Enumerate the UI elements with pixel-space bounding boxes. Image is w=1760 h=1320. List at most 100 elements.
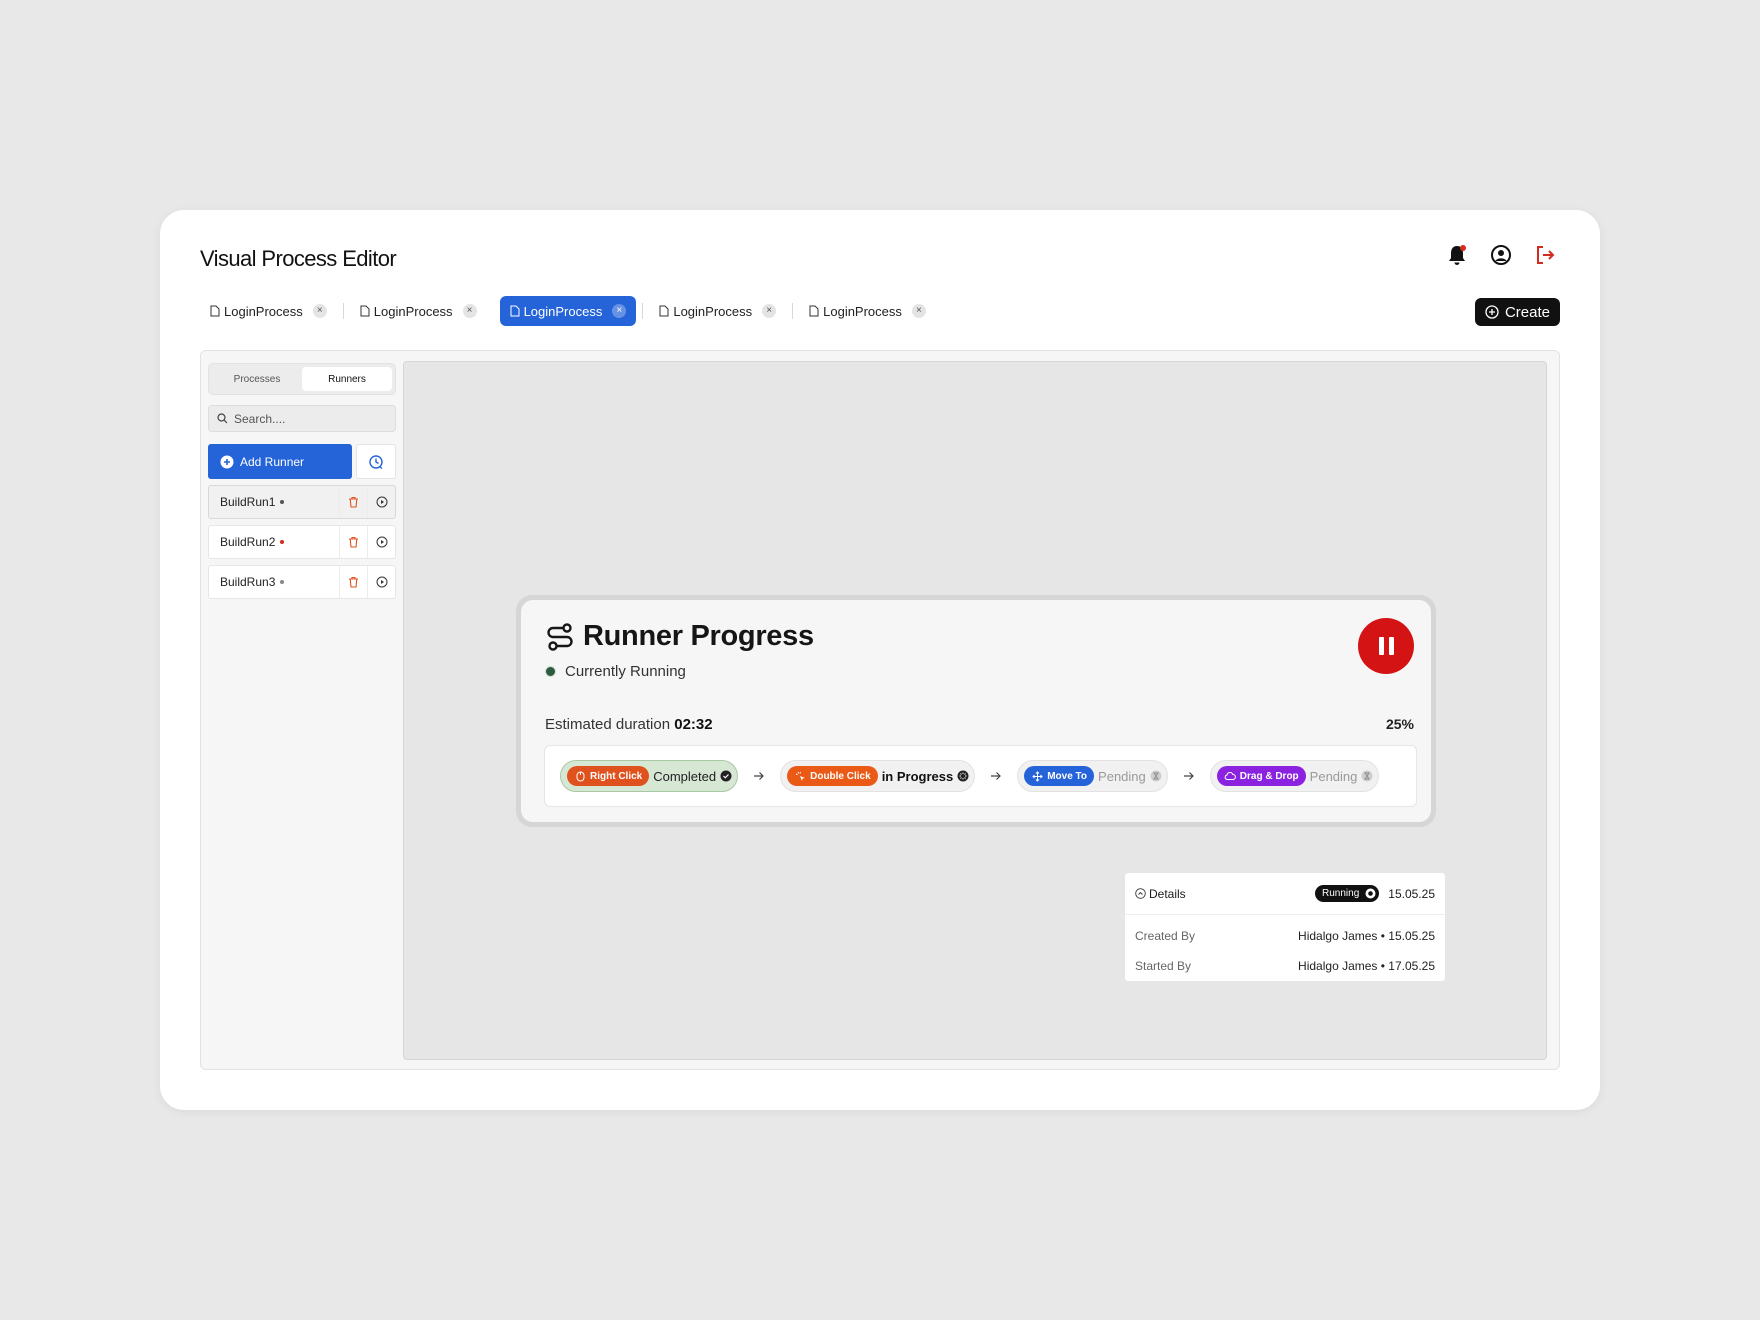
status-badge: Running [1315,885,1380,902]
details-value: Hidalgo James • 17.05.25 [1298,959,1435,973]
status-dot [545,666,556,677]
play-circle-icon[interactable] [367,486,395,518]
step-right-click[interactable]: Right Click Completed [560,760,739,792]
search-input[interactable] [234,411,374,426]
segment-control: Processes Runners [208,363,396,395]
tab-loginprocess-3[interactable]: LoginProcess × [499,296,637,326]
card-title-text: Runner Progress [583,620,814,652]
step-state: Pending [1098,768,1146,784]
step-chip: Double Click [787,766,878,786]
details-header: Details Running 15.05.25 [1125,873,1445,915]
details-panel: Details Running 15.05.25 Created By Hida… [1124,872,1446,982]
step-state: in Progress [881,768,954,784]
history-button[interactable] [356,444,396,479]
step-double-click[interactable]: Double Click in Progress [780,760,976,792]
tab-label: LoginProcess [373,303,453,319]
step-chip: Right Click [567,766,650,786]
close-icon[interactable]: × [911,304,926,318]
runner-status-dot [280,540,285,544]
status-badge-label: Running [1322,888,1360,899]
details-key: Started By [1135,959,1192,973]
process-canvas[interactable]: Runner Progress Currently Running Estima… [403,361,1547,1060]
tab-label: LoginProcess [673,303,753,319]
create-button-label: Create [1504,303,1550,321]
close-icon[interactable]: × [762,304,777,318]
runner-name: BuildRun3 [209,575,339,589]
runner-name: BuildRun2 [209,535,339,549]
move-icon [1031,770,1043,782]
details-value: Hidalgo James • 15.05.25 [1298,929,1435,943]
file-icon [659,305,669,317]
runner-progress-card-body: Runner Progress Currently Running Estima… [521,600,1431,822]
workspace: Processes Runners Add Runner [200,350,1560,1070]
tab-loginprocess-2[interactable]: LoginProcess × [350,296,487,326]
trash-icon[interactable] [339,526,367,558]
estimated-value: 02:32 [674,716,713,733]
close-icon[interactable]: × [462,304,477,318]
details-toggle[interactable]: Details [1135,887,1315,901]
record-icon [1365,888,1376,899]
segment-processes[interactable]: Processes [212,367,302,391]
runner-item-buildrun2[interactable]: BuildRun2 [208,525,396,559]
step-chip: Drag & Drop [1216,766,1306,786]
add-runner-button[interactable]: Add Runner [208,444,352,479]
step-state: Completed [653,768,717,784]
sidebar: Processes Runners Add Runner [208,363,396,599]
runner-item-buildrun3[interactable]: BuildRun3 [208,565,396,599]
add-runner-label: Add Runner [240,454,305,469]
tab-divider [792,303,794,319]
file-icon [510,305,520,317]
user-circle-icon[interactable] [1490,244,1512,266]
plus-circle-icon [220,455,234,469]
tab-bar: LoginProcess × LoginProcess × LoginProce… [200,296,936,326]
add-runner-row: Add Runner [208,444,396,479]
hourglass-icon [1361,770,1373,782]
clock-history-icon [368,454,384,470]
cloud-icon [1224,770,1236,782]
trash-icon[interactable] [339,566,367,598]
runner-item-buildrun1[interactable]: BuildRun1 [208,485,396,519]
step-drag-drop[interactable]: Drag & Drop Pending [1209,760,1380,792]
play-circle-icon[interactable] [367,566,395,598]
step-chip: Move To [1024,766,1095,786]
tab-loginprocess-4[interactable]: LoginProcess × [649,296,786,326]
details-row-started: Started By Hidalgo James • 17.05.25 [1125,951,1445,981]
route-icon [545,622,575,652]
app-window: Visual Process Editor LoginProcess × Log… [160,210,1600,1110]
runner-status-dot [280,580,285,584]
bell-icon[interactable] [1446,244,1468,266]
tab-label: LoginProcess [523,303,603,319]
tab-label: LoginProcess [823,303,902,319]
sparkle-click-icon [794,770,806,782]
runner-label: BuildRun3 [220,575,276,589]
step-chip-label: Drag & Drop [1239,770,1299,782]
trash-icon[interactable] [339,486,367,518]
tab-loginprocess-1[interactable]: LoginProcess × [200,296,337,326]
pause-button[interactable] [1358,618,1414,674]
run-status-text: Currently Running [565,663,686,680]
chevron-circle-icon [1135,888,1146,899]
header-actions [1446,244,1556,266]
hourglass-icon [1150,770,1162,782]
search-box[interactable] [208,405,396,432]
arrow-right-icon [738,771,780,781]
create-button[interactable]: Create [1474,298,1560,326]
details-label: Details [1149,886,1186,901]
pause-icon [1388,637,1394,655]
estimated-duration: Estimated duration 02:32 [545,716,713,733]
logout-icon[interactable] [1534,244,1556,266]
close-icon[interactable]: × [312,304,327,318]
arrow-right-icon [1168,771,1210,781]
tab-loginprocess-5[interactable]: LoginProcess × [799,296,936,326]
search-icon [217,413,228,424]
step-pipeline: Right Click Completed Double Click in Pr… [544,745,1417,807]
segment-runners[interactable]: Runners [302,367,392,391]
close-icon[interactable]: × [612,304,627,318]
app-title: Visual Process Editor [200,246,397,271]
pause-icon [1378,637,1384,655]
play-circle-icon[interactable] [367,526,395,558]
arrow-right-icon [975,771,1017,781]
step-move-to[interactable]: Move To Pending [1017,760,1168,792]
file-icon [360,305,370,317]
tab-divider [342,303,344,319]
